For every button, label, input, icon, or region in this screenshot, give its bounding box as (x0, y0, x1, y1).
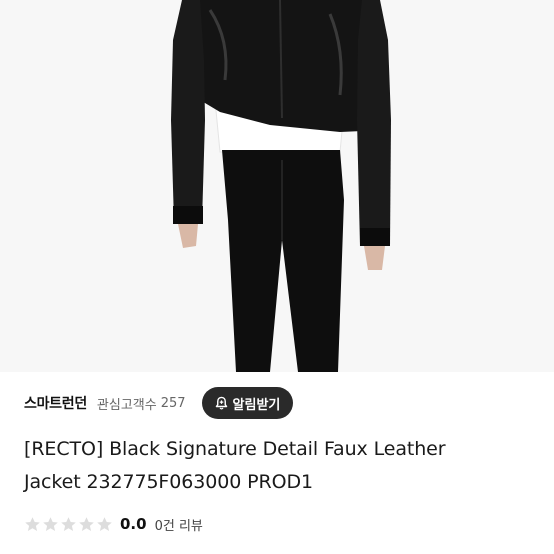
store-name[interactable]: 스마트런던 (24, 393, 87, 413)
review-count[interactable]: 0건 리뷰 (155, 515, 203, 534)
follower-count: 257 (160, 395, 186, 411)
product-title-line1: [RECTO] Black Signature Detail Faux Leat… (24, 438, 446, 460)
star-empty-icon (43, 516, 58, 531)
star-empty-icon (97, 516, 112, 531)
follower-label: 관심고객수 (96, 397, 157, 413)
rating-row[interactable]: 0.0 0건 리뷰 (24, 510, 203, 538)
star-empty-icon (79, 516, 94, 531)
product-image[interactable] (0, 0, 554, 372)
rating-value: 0.0 (120, 515, 147, 533)
notify-button[interactable]: 알림받기 (201, 387, 294, 419)
notify-label: 알림받기 (232, 397, 281, 413)
star-rating (24, 516, 113, 533)
product-photo (0, 0, 554, 372)
star-empty-icon (61, 516, 76, 531)
star-empty-icon (25, 516, 40, 531)
store-info-row: 스마트런던 관심고객수 257 알림받기 (24, 384, 530, 422)
bell-plus-icon (215, 396, 227, 409)
product-title-line2: Jacket 232775F063000 PROD1 (24, 471, 313, 493)
product-title: [RECTO] Black Signature Detail Faux Leat… (24, 433, 534, 499)
